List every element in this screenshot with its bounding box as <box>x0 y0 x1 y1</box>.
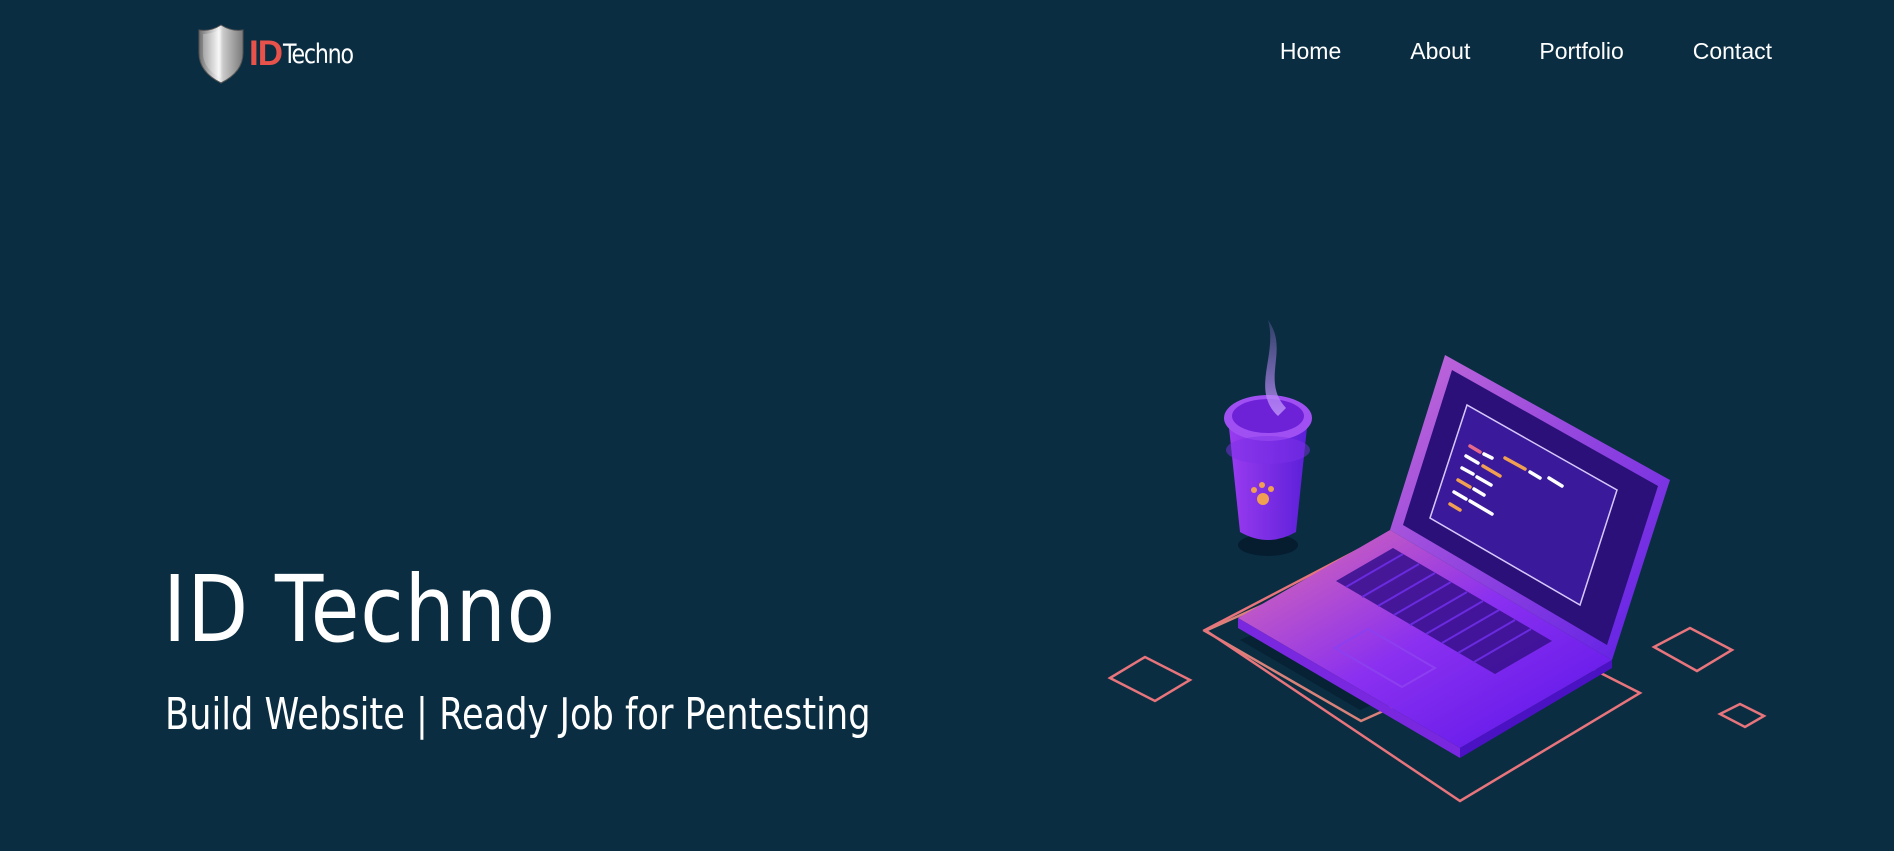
nav-about[interactable]: About <box>1410 38 1470 65</box>
hero-title: ID Techno <box>163 556 556 663</box>
logo-techno-text: Techno <box>283 38 354 70</box>
logo-id-text: ID <box>249 34 283 73</box>
nav-portfolio[interactable]: Portfolio <box>1539 38 1623 65</box>
hero-subtitle: Build Website | Ready Job for Pentesting <box>165 689 871 740</box>
site-logo[interactable]: ID Techno <box>196 22 368 86</box>
shield-icon <box>198 24 244 84</box>
nav-contact[interactable]: Contact <box>1693 38 1772 65</box>
nav-home[interactable]: Home <box>1280 38 1341 65</box>
laptop-and-cup-image <box>1107 320 1767 803</box>
main-nav: Home About Portfolio Contact <box>1211 38 1772 65</box>
laptop-illustration <box>1100 300 1800 820</box>
coffee-cup <box>1224 320 1312 556</box>
navbar: ID Techno Home About Portfolio Contact <box>0 0 1894 110</box>
